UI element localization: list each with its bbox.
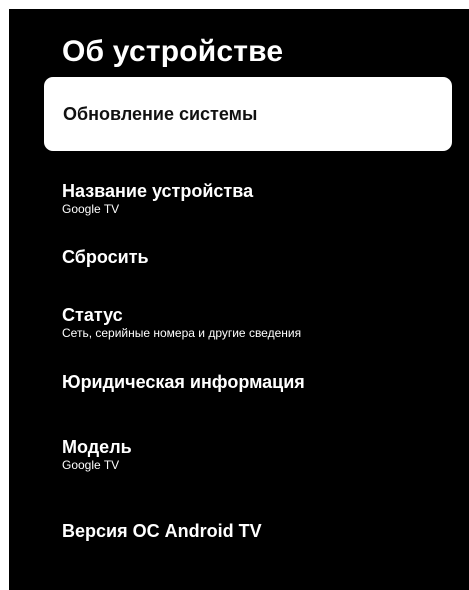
menu-item-device-name[interactable]: Название устройства Google TV bbox=[62, 180, 458, 217]
menu-item-sublabel: Google TV bbox=[62, 202, 120, 216]
menu-item-sublabel: Google TV bbox=[62, 458, 120, 472]
settings-panel: Об устройстве Обновление системы Названи… bbox=[9, 9, 469, 590]
menu-item-label: Юридическая информация bbox=[62, 372, 305, 392]
menu-item-label: Версия ОС Android TV bbox=[62, 521, 262, 541]
menu-item-label: Название устройства bbox=[62, 181, 254, 201]
menu-item-system-update[interactable]: Обновление системы bbox=[44, 77, 452, 151]
menu-item-model[interactable]: Модель Google TV bbox=[62, 436, 458, 473]
menu-item-android-tv-os-version[interactable]: Версия ОС Android TV bbox=[62, 520, 458, 542]
menu-item-status[interactable]: Статус Сеть, серийные номера и другие св… bbox=[62, 304, 458, 341]
menu-item-reset[interactable]: Сбросить bbox=[62, 246, 458, 268]
menu-item-legal-info[interactable]: Юридическая информация bbox=[62, 371, 458, 393]
page-title: Об устройстве bbox=[62, 35, 284, 68]
menu-item-label: Модель bbox=[62, 437, 132, 457]
menu-item-label: Сбросить bbox=[62, 247, 149, 267]
menu-item-label: Статус bbox=[62, 305, 123, 325]
menu-item-sublabel: Сеть, серийные номера и другие сведения bbox=[62, 326, 302, 340]
menu-item-label: Обновление системы bbox=[63, 104, 258, 124]
